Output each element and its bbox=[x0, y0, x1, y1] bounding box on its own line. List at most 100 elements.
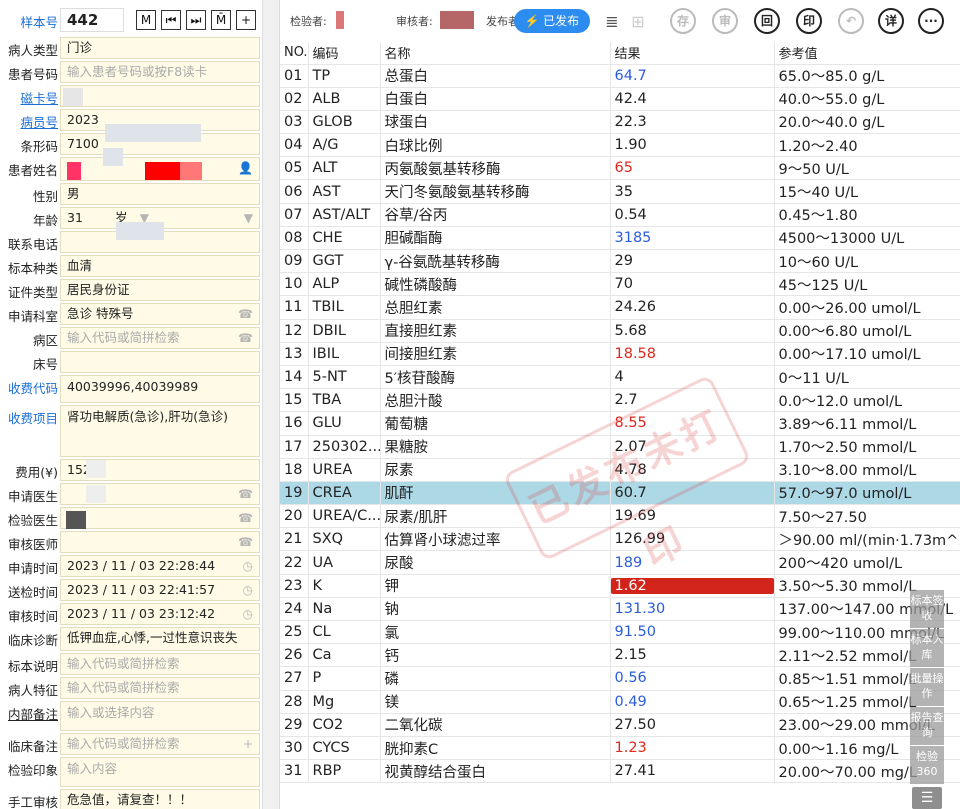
field-input[interactable]: 男 bbox=[60, 183, 260, 205]
table-row[interactable]: 01 TP 总蛋白 64.7 65.0～85.0 g/L bbox=[280, 64, 960, 88]
undo-button[interactable]: ↶ bbox=[838, 8, 864, 34]
table-row[interactable]: 19 CREA 肌酐 60.7 57.0～97.0 umol/L bbox=[280, 481, 960, 506]
add-item-icon[interactable]: ⊞ bbox=[628, 12, 648, 32]
panel-splitter[interactable] bbox=[262, 0, 280, 809]
table-row[interactable]: 15 TBA 总胆汁酸 2.7 0.0～12.0 umol/L bbox=[280, 388, 960, 413]
table-row[interactable]: 27 P 磷 0.56 0.85～1.51 mmol/L bbox=[280, 666, 960, 691]
field-input[interactable]: 输入代码或简拼检索 + bbox=[60, 733, 260, 755]
table-row[interactable]: 21 SXQ 估算肾小球滤过率 126.99 ＞90.00 ml/(min·1.73m^… bbox=[280, 527, 960, 552]
table-row[interactable]: 13 IBIL 间接胆红素 18.58 0.00～17.10 umol/L bbox=[280, 342, 960, 366]
field-input[interactable]: 低钾血症,心悸,一过性意识丧失 bbox=[60, 627, 260, 651]
side-tag-button[interactable]: 报告查询 bbox=[910, 707, 944, 745]
prev-sample-button[interactable]: ⏮ bbox=[161, 10, 181, 30]
table-row[interactable]: 18 UREA 尿素 4.78 3.10～8.00 mmol/L bbox=[280, 458, 960, 482]
field-input[interactable]: 门诊 bbox=[60, 37, 260, 59]
field-input[interactable]: 输入内容 bbox=[60, 757, 260, 787]
field-input[interactable]: 输入或选择内容 bbox=[60, 701, 260, 731]
cell-name: 视黄醇结合蛋白 bbox=[380, 759, 611, 784]
field-input[interactable]: 输入代码或简拼检索 bbox=[60, 653, 260, 675]
field-input[interactable]: 输入代码或简拼检索 ☎ bbox=[60, 327, 260, 349]
clock-icon[interactable]: ◷ bbox=[243, 604, 253, 624]
side-tag-button[interactable]: 检验360 bbox=[910, 746, 944, 784]
phone-icon[interactable]: ☎ bbox=[238, 484, 253, 504]
published-button[interactable]: ⚡ 已发布 bbox=[514, 9, 590, 33]
phone-icon[interactable]: ☎ bbox=[238, 328, 253, 348]
side-tag-button[interactable]: 标本入库 bbox=[910, 629, 944, 667]
table-row[interactable]: 20 UREA/C... 尿素/肌肝 19.69 7.50～27.50 bbox=[280, 504, 960, 529]
result-value: 29 bbox=[614, 253, 633, 270]
field-input[interactable]: ☎ bbox=[60, 531, 260, 553]
return-button[interactable]: 回 bbox=[754, 8, 780, 34]
col-name-header[interactable]: 名称 bbox=[380, 42, 611, 65]
result-value: 19.69 bbox=[614, 508, 657, 525]
field-label[interactable]: 收费代码 bbox=[0, 378, 58, 397]
field-input[interactable]: 2023 / 11 / 03 22:41:57 ◷ bbox=[60, 579, 260, 601]
table-row[interactable]: 30 CYCS 胱抑素C 1.23 0.00～1.16 mg/L bbox=[280, 736, 960, 761]
col-code-header[interactable]: 编码 bbox=[308, 42, 381, 65]
clock-icon[interactable]: ◷ bbox=[243, 556, 253, 576]
print-button[interactable]: 印 bbox=[796, 8, 822, 34]
next-sample-button[interactable]: ⏭ bbox=[186, 10, 206, 30]
phone-icon[interactable]: ☎ bbox=[238, 508, 253, 528]
field-label[interactable]: 收费项目 bbox=[0, 408, 58, 427]
field-label[interactable]: 病员号 bbox=[0, 112, 58, 131]
review-button[interactable]: 审 bbox=[712, 8, 738, 34]
table-row[interactable]: 03 GLOB 球蛋白 22.3 20.0～40.0 g/L bbox=[280, 110, 960, 135]
table-row[interactable]: 08 CHE 胆碱酯酶 3185 4500～13000 U/L bbox=[280, 226, 960, 251]
chevron-down-icon[interactable]: ▼ bbox=[244, 208, 253, 228]
table-row[interactable]: 28 Mg 镁 0.49 0.65～1.25 mmol/L bbox=[280, 690, 960, 714]
table-row[interactable]: 02 ALB 白蛋白 42.4 40.0～55.0 g/L bbox=[280, 87, 960, 111]
field-input[interactable]: 肾功电解质(急诊),肝功(急诊) bbox=[60, 405, 260, 457]
col-ref-header[interactable]: 参考值 bbox=[774, 42, 960, 65]
field-input[interactable]: 2023 / 11 / 03 23:12:42 ◷ bbox=[60, 603, 260, 625]
field-input[interactable]: 2023 / 11 / 03 22:28:44 ◷ bbox=[60, 555, 260, 577]
phone-icon[interactable]: ☎ bbox=[238, 532, 253, 552]
field-input[interactable]: ☎ bbox=[60, 507, 260, 529]
table-row[interactable]: 09 GGT γ-谷氨酰基转移酶 29 10～60 U/L bbox=[280, 249, 960, 274]
field-input[interactable] bbox=[60, 351, 260, 373]
add-sample-button[interactable]: + bbox=[236, 10, 256, 30]
table-row[interactable]: 05 ALT 丙氨酸氨基转移酶 65 9～50 U/L bbox=[280, 156, 960, 181]
col-result-header[interactable]: 结果 bbox=[610, 42, 775, 65]
col-no-header[interactable]: NO. bbox=[280, 42, 309, 65]
last-sample-button[interactable]: M̄ bbox=[211, 10, 231, 30]
table-row[interactable]: 29 CO2 二氧化碳 27.50 23.00～29.00 mmol/L bbox=[280, 713, 960, 737]
table-row[interactable]: 16 GLU 葡萄糖 8.55 3.89～6.11 mmol/L bbox=[280, 411, 960, 436]
table-row[interactable]: 25 CL 氯 91.50 99.00～110.00 mmol/L bbox=[280, 620, 960, 645]
phone-icon[interactable]: ☎ bbox=[238, 304, 253, 324]
field-input[interactable]: 输入患者号码或按F8读卡 bbox=[60, 61, 260, 83]
table-row[interactable]: 22 UA 尿酸 189 200～420 umol/L bbox=[280, 550, 960, 575]
table-row[interactable]: 11 TBIL 总胆红素 24.26 0.00～26.00 umol/L bbox=[280, 295, 960, 320]
side-tag-button[interactable]: 批量操作 bbox=[910, 668, 944, 706]
field-input[interactable]: 血清 bbox=[60, 255, 260, 277]
table-row[interactable]: 06 AST 天门冬氨酸氨基转移酶 35 15～40 U/L bbox=[280, 179, 960, 204]
first-sample-button[interactable]: M bbox=[136, 10, 156, 30]
plus-icon[interactable]: + bbox=[243, 734, 253, 754]
detail-button[interactable]: 详 bbox=[878, 8, 904, 34]
clock-icon[interactable]: ◷ bbox=[243, 580, 253, 600]
table-row[interactable]: 24 Na 钠 131.30 137.00～147.00 mmol/L bbox=[280, 597, 960, 622]
table-row[interactable]: 04 A/G 白球比例 1.90 1.20～2.40 bbox=[280, 133, 960, 158]
field-input[interactable]: 危急值，请复查！！！ bbox=[60, 789, 260, 809]
field-input[interactable]: 9 bbox=[60, 85, 260, 107]
more-button[interactable]: ··· bbox=[918, 8, 944, 34]
sample-number-input[interactable]: 442 bbox=[60, 8, 124, 32]
hamburger-icon[interactable]: ☰ bbox=[912, 787, 942, 809]
field-input[interactable]: 居民身份证 bbox=[60, 279, 260, 301]
field-input[interactable]: 输入代码或简拼检索 bbox=[60, 677, 260, 699]
field-input[interactable]: 40039996,40039989 bbox=[60, 375, 260, 403]
table-row[interactable]: 14 5-NT 5′核苷酸酶 4 0～11 U/L bbox=[280, 365, 960, 390]
table-row[interactable]: 12 DBIL 直接胆红素 5.68 0.00～6.80 umol/L bbox=[280, 319, 960, 343]
field-label[interactable]: 磁卡号 bbox=[0, 88, 58, 107]
table-row[interactable]: 07 AST/ALT 谷草/谷丙 0.54 0.45～1.80 bbox=[280, 203, 960, 227]
table-row[interactable]: 10 ALP 碱性磷酸酶 70 45～125 U/L bbox=[280, 272, 960, 297]
table-row[interactable]: 17 250302... 果糖胺 2.07 1.70～2.50 mmol/L bbox=[280, 435, 960, 459]
table-row[interactable]: 26 Ca 钙 2.15 2.11～2.52 mmol/L bbox=[280, 643, 960, 668]
field-input[interactable]: 急诊 特殊号 ☎ bbox=[60, 303, 260, 325]
person-icon[interactable]: 👤 bbox=[238, 158, 253, 178]
table-row[interactable]: 31 RBP 视黄醇结合蛋白 27.41 20.00～70.00 mg/L bbox=[280, 759, 960, 784]
list-view-icon[interactable]: ≣ bbox=[602, 12, 622, 32]
side-tag-button[interactable]: 标本签收 bbox=[910, 590, 944, 628]
table-row[interactable]: 23 K 钾 1.62 3.50～5.30 mmol/L bbox=[280, 574, 960, 598]
save-button[interactable]: 存 bbox=[670, 8, 696, 34]
